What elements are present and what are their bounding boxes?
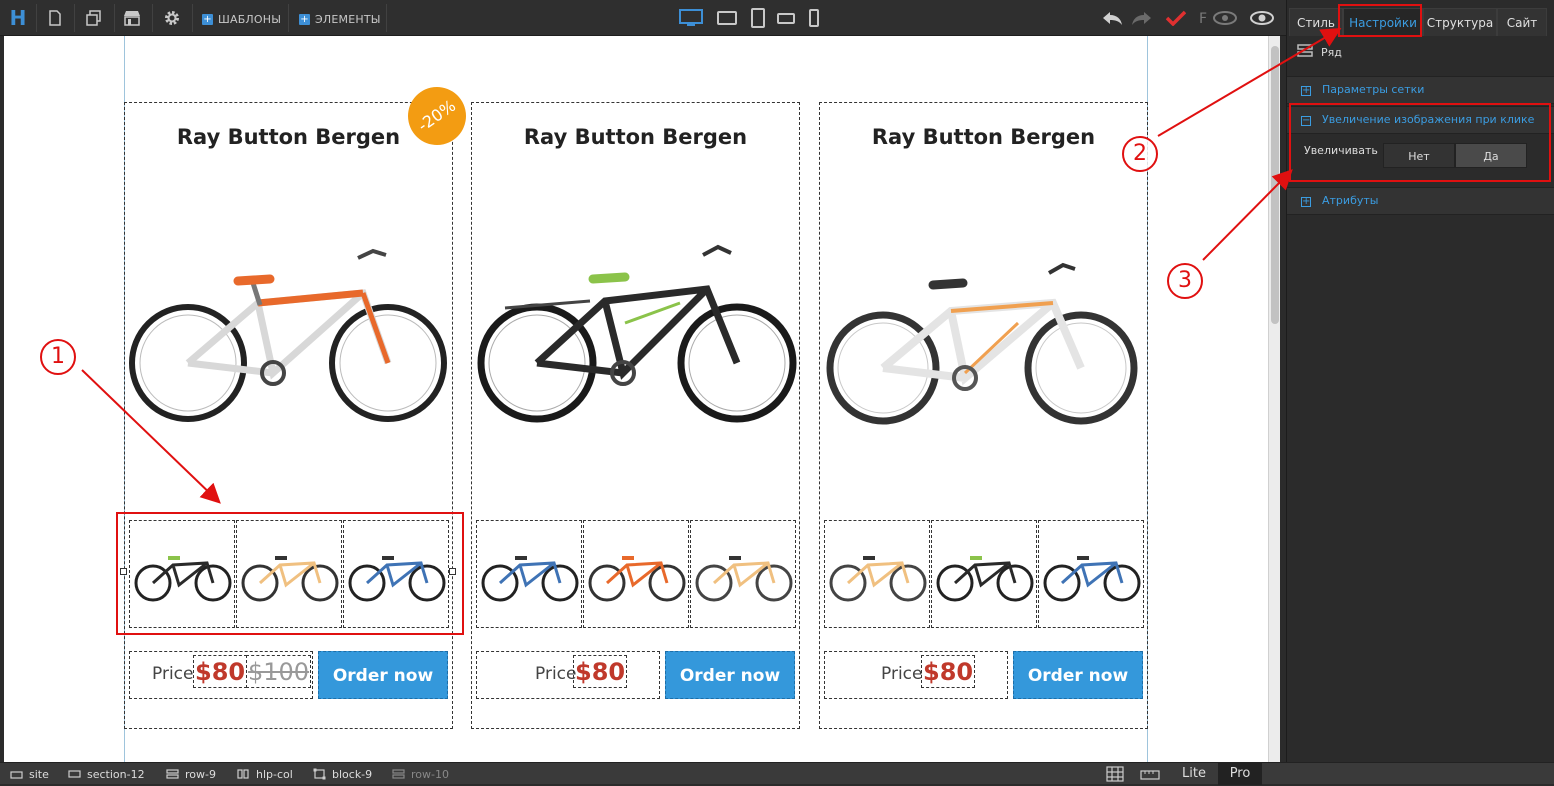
annotation-marker: 1 <box>40 339 76 375</box>
annotation-marker: 2 <box>1122 136 1158 172</box>
breadcrumb-row[interactable]: row-9 <box>166 766 216 782</box>
column-icon <box>237 769 249 779</box>
breadcrumb-row-current[interactable]: row-10 <box>392 766 449 782</box>
status-bar: site section-12 row-9 hlp-col block-9 ro… <box>0 762 1554 786</box>
block-icon <box>313 768 326 780</box>
mode-lite-button[interactable]: Lite <box>1172 763 1216 785</box>
annotation-marker: 3 <box>1167 263 1203 299</box>
grid-icon <box>1106 766 1124 782</box>
row-icon <box>166 769 179 779</box>
breadcrumb-label: block-9 <box>332 767 373 781</box>
mode-pro-button[interactable]: Pro <box>1218 763 1262 785</box>
breadcrumb-label: site <box>29 767 49 781</box>
annotation-arrows <box>81 27 1342 504</box>
breadcrumb-label: row-10 <box>411 767 449 781</box>
breadcrumb-label: row-9 <box>185 767 216 781</box>
grid-toggle-button[interactable] <box>1106 766 1124 786</box>
site-icon <box>10 771 23 779</box>
breadcrumb-site[interactable]: site <box>10 766 49 782</box>
breadcrumb-column[interactable]: hlp-col <box>237 766 293 782</box>
breadcrumb-block[interactable]: block-9 <box>313 766 372 782</box>
breadcrumb-label: hlp-col <box>256 767 293 781</box>
ruler-icon <box>1140 770 1160 780</box>
section-icon <box>68 770 81 778</box>
breadcrumb-label: section-12 <box>87 767 145 781</box>
row-icon <box>392 769 405 779</box>
ruler-toggle-button[interactable] <box>1140 767 1160 786</box>
breadcrumb-section[interactable]: section-12 <box>68 766 145 782</box>
